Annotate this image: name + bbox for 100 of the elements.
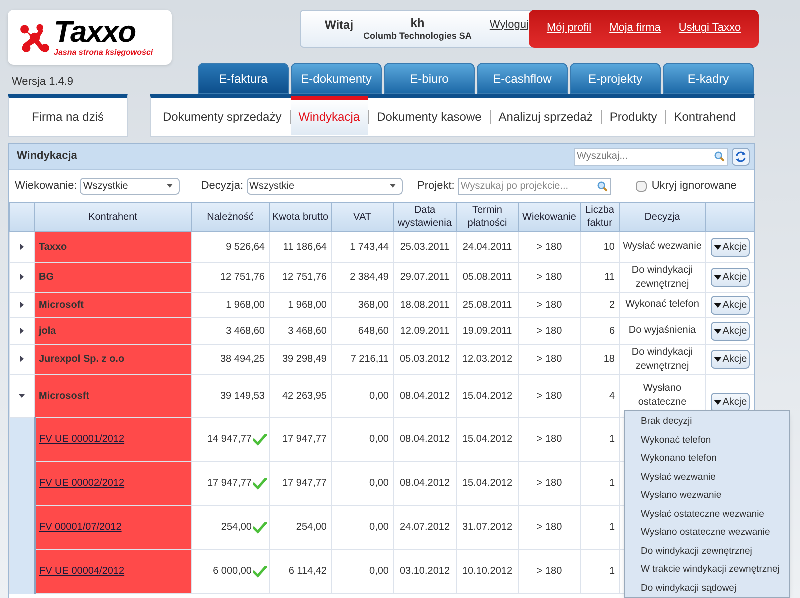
menu-item[interactable]: Do windykacji zewnętrznej (641, 542, 789, 561)
module-tab[interactable]: E-biuro (384, 63, 475, 94)
table-cell: 3 468,60 (270, 318, 332, 344)
subnav-tab[interactable]: Windykacja (290, 96, 368, 134)
contractor-cell: Micrososft (34, 374, 192, 418)
menu-item[interactable]: Wysłać ostateczne wezwanie (641, 506, 789, 524)
caret-icon (167, 184, 174, 188)
actions-button[interactable]: Akcje (710, 392, 750, 412)
project-search-field[interactable]: Wyszukaj po projekcie... (458, 178, 611, 194)
table-cell: 29.07.2011 (394, 262, 456, 292)
expander-cell[interactable] (10, 232, 34, 262)
column-header[interactable]: VAT (332, 202, 394, 232)
table-cell: > 180 (518, 232, 580, 262)
top-link[interactable]: Mój profil (546, 20, 592, 37)
table-cell: 38 494,25 (192, 344, 270, 374)
actions-button[interactable]: Akcje (710, 350, 750, 369)
column-header[interactable]: Decyzja (620, 202, 706, 232)
top-link[interactable]: Moja firma (610, 20, 661, 37)
search-field[interactable]: Wyszukaj... (574, 148, 728, 166)
table-cell: 12.09.2011 (394, 318, 456, 344)
table-cell: Do windykacji zewnętrznej (620, 344, 706, 374)
subnav-tab[interactable]: Produkty (602, 96, 666, 134)
checkbox[interactable] (636, 180, 647, 192)
subnav-tab[interactable]: Analizuj sprzedaż (490, 96, 601, 134)
table-cell: 1 743,44 (332, 232, 394, 262)
invoice-link[interactable]: FV UE 00001/2012 (40, 434, 125, 445)
table-cell: 11 186,64 (270, 232, 332, 262)
menu-item[interactable]: Do windykacji sądowej (641, 580, 789, 597)
column-header[interactable]: Data wystawienia (394, 202, 456, 232)
table-cell: 254,00 (270, 506, 332, 550)
logo-tagline: Jasna strona księgowości (54, 49, 154, 57)
invoice-link[interactable]: FV 00001/07/2012 (40, 522, 122, 533)
expander-cell[interactable] (10, 344, 34, 374)
table-cell: 6 114,42 (270, 550, 332, 594)
menu-item[interactable]: Wysłać wezwanie (641, 468, 789, 487)
actions-button[interactable]: Akcje (710, 322, 750, 340)
module-tab[interactable]: E-cashflow (477, 63, 568, 94)
caret-icon (714, 244, 722, 250)
logout-link[interactable]: Wyloguj (490, 16, 529, 34)
version-label: Wersja 1.4.9 (12, 74, 75, 90)
subnav-tab[interactable]: Kontrahend (666, 96, 744, 134)
table-cell: 12 751,76 (192, 262, 270, 292)
caret-icon (714, 400, 722, 404)
table-cell: 03.10.2012 (394, 550, 456, 594)
menu-item[interactable]: Wykonano telefon (641, 450, 789, 468)
module-tab[interactable]: E-dokumenty (291, 63, 382, 94)
actions-button[interactable]: Akcje (710, 238, 750, 256)
table-cell: 0,00 (332, 462, 394, 506)
greeting-label: Witaj (325, 17, 354, 34)
caret-icon (390, 184, 396, 188)
subnav-tab[interactable]: Dokumenty sprzedaży (155, 96, 290, 134)
table-cell: 17 947,77 (192, 462, 270, 506)
table-cell: 05.08.2011 (456, 262, 518, 292)
expander-cell[interactable] (10, 318, 34, 344)
expander-cell[interactable] (10, 262, 34, 292)
actions-button[interactable]: Akcje (710, 296, 750, 314)
table-cell: 11 (580, 262, 620, 292)
table-cell: > 180 (518, 418, 580, 462)
table-cell: 24.04.2011 (456, 232, 518, 262)
column-header[interactable]: Termin płatności (456, 202, 518, 232)
dropdown-field[interactable]: Wszystkie (246, 178, 403, 194)
column-header[interactable]: Kontrahent (34, 202, 192, 232)
module-tab[interactable]: E-projekty (570, 63, 661, 94)
table-cell: 254,00 (192, 506, 270, 550)
contractor-cell: Jurexpol Sp. z o.o (34, 344, 192, 374)
table-cell: 648,60 (332, 318, 394, 344)
caret-icon (714, 357, 722, 362)
table-cell: 2 (580, 292, 620, 318)
refresh-icon (735, 150, 747, 162)
subnav-tab[interactable]: Dokumenty kasowe (369, 96, 490, 134)
table-cell: 39 298,49 (270, 344, 332, 374)
column-header[interactable]: Należność (192, 202, 270, 232)
table-cell: 1 (580, 506, 620, 550)
top-link[interactable]: Usługi Taxxo (678, 20, 742, 37)
menu-item[interactable]: Wysłano ostateczne wezwanie (641, 524, 789, 542)
contractor-cell: Taxxo (34, 232, 192, 262)
column-header[interactable]: Wiekowanie (518, 202, 580, 232)
table-cell: 17 947,77 (270, 462, 332, 506)
menu-item[interactable]: Wykonać telefon (641, 432, 789, 450)
invoice-link[interactable]: FV UE 00002/2012 (40, 478, 125, 489)
expander-cell[interactable] (10, 374, 34, 418)
search-icon (714, 150, 725, 162)
expander-cell[interactable] (10, 292, 34, 318)
table-cell: 12.03.2012 (456, 344, 518, 374)
module-tab[interactable]: E-kadry (663, 63, 754, 94)
table-cell: 08.04.2012 (394, 462, 456, 506)
module-tab[interactable]: E-faktura (198, 63, 289, 94)
table-cell: 3 468,60 (192, 318, 270, 344)
refresh-button[interactable] (732, 148, 750, 166)
menu-item[interactable]: Wysłano wezwanie (641, 487, 789, 506)
invoice-link[interactable]: FV UE 00004/2012 (40, 566, 125, 577)
column-header[interactable]: Kwota brutto (270, 202, 332, 232)
side-nav-button[interactable]: Firma na dziś (8, 94, 128, 137)
table-cell: 18 (580, 344, 620, 374)
column-header[interactable]: Liczba faktur (580, 202, 620, 232)
menu-item[interactable]: W trakcie windykacji zewnętrznej (641, 561, 789, 580)
dropdown-field[interactable]: Wszystkie (80, 178, 180, 194)
table-cell: > 180 (518, 262, 580, 292)
table-cell: 24.07.2012 (394, 506, 456, 550)
actions-button[interactable]: Akcje (710, 268, 750, 287)
